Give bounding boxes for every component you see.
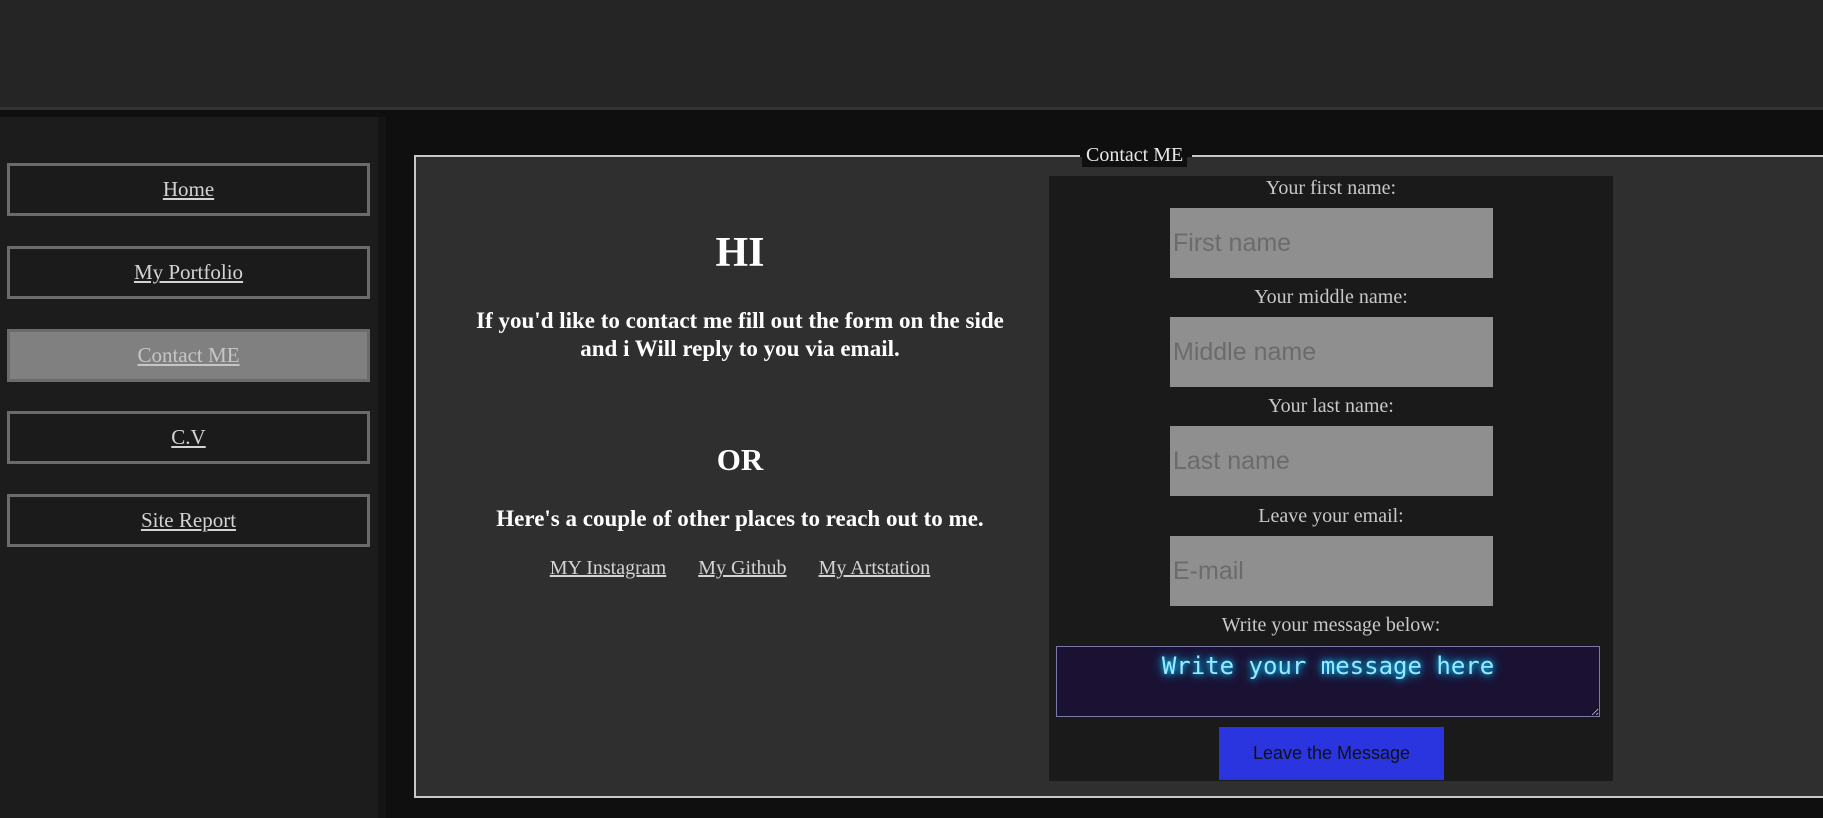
page-header — [0, 0, 1823, 110]
fieldset-legend: Contact ME — [1082, 143, 1188, 167]
sidebar-item-site-report[interactable]: Site Report — [7, 494, 370, 547]
sidebar-item-portfolio[interactable]: My Portfolio — [7, 246, 370, 299]
sidebar-item-contact[interactable]: Contact ME — [7, 329, 370, 382]
nav-link-home[interactable]: Home — [163, 177, 214, 202]
nav-link-cv[interactable]: C.V — [171, 425, 205, 450]
greeting-heading: HI — [715, 230, 765, 276]
email-label: Leave your email: — [1258, 505, 1404, 527]
email-input[interactable] — [1170, 536, 1493, 606]
or-heading: OR — [716, 442, 764, 477]
message-textarea[interactable] — [1056, 646, 1600, 717]
middle-name-label: Your middle name: — [1254, 286, 1408, 308]
intro-text: If you'd like to contact me fill out the… — [476, 308, 1004, 361]
nav-link-portfolio[interactable]: My Portfolio — [134, 260, 243, 285]
last-name-label: Your last name: — [1268, 395, 1394, 417]
sidebar-nav — [0, 117, 386, 818]
last-name-input[interactable] — [1170, 426, 1493, 496]
artstation-link[interactable]: My Artstation — [819, 557, 931, 579]
other-places-text: Here's a couple of other places to reach… — [496, 506, 984, 531]
first-name-input[interactable] — [1170, 208, 1493, 278]
nav-link-site-report[interactable]: Site Report — [141, 508, 236, 533]
leave-message-button[interactable]: Leave the Message — [1219, 727, 1444, 780]
sidebar-item-cv[interactable]: C.V — [7, 411, 370, 464]
sidebar-item-home[interactable]: Home — [7, 163, 370, 216]
instagram-link[interactable]: MY Instagram — [550, 557, 666, 579]
social-links: MY Instagram My Github My Artstation — [470, 557, 1010, 580]
github-link[interactable]: My Github — [698, 557, 786, 579]
first-name-label: Your first name: — [1265, 177, 1397, 199]
nav-link-contact[interactable]: Contact ME — [137, 343, 239, 368]
message-label: Write your message below: — [1221, 614, 1441, 636]
middle-name-input[interactable] — [1170, 317, 1493, 387]
